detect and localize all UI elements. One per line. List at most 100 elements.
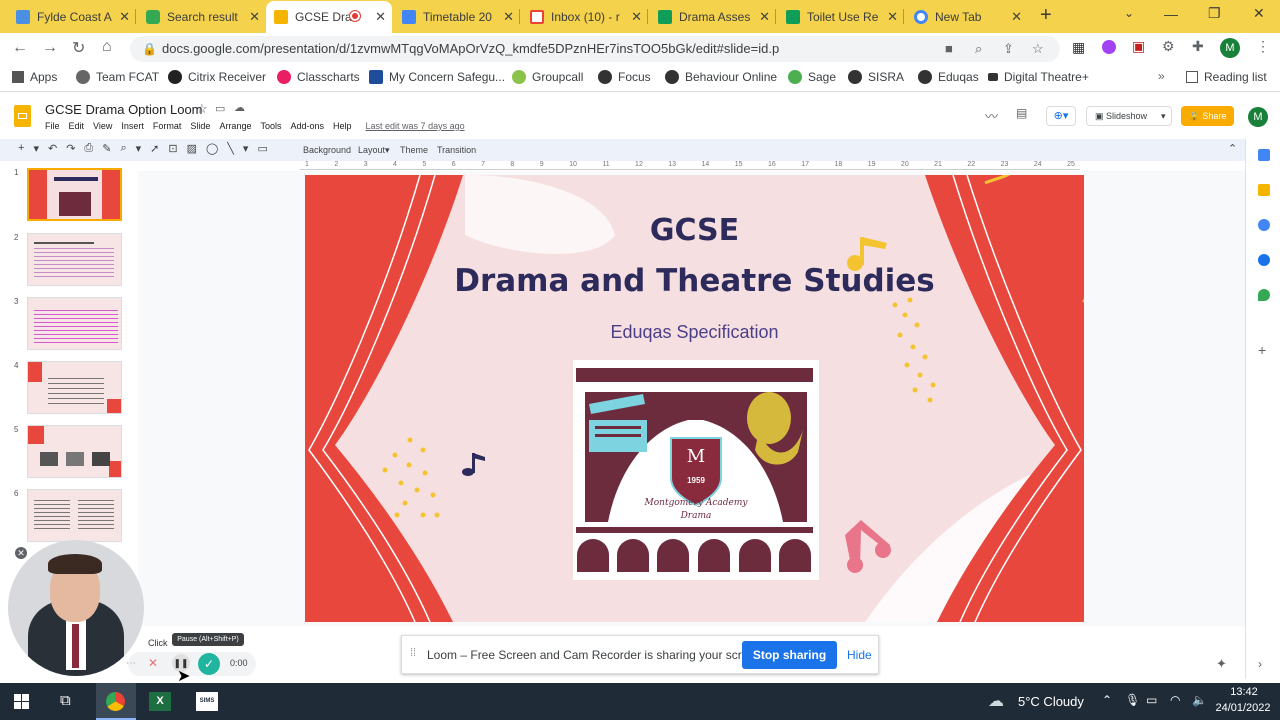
tab-new-tab[interactable]: New Tab ✕ [906, 4, 1028, 29]
close-tab-icon[interactable]: ✕ [759, 9, 770, 25]
tab-fylde-coast[interactable]: Fylde Coast A ✕ [8, 4, 136, 29]
present-options-button[interactable]: ⊕▾ [1046, 106, 1076, 126]
stop-sharing-button[interactable]: Stop sharing [742, 641, 837, 669]
reload-icon[interactable]: ↻ [72, 38, 85, 58]
windows-start-icon[interactable] [14, 694, 29, 709]
microphone-icon[interactable]: 🎙 [1125, 693, 1140, 707]
slideshow-button[interactable]: ▣ Slideshow ▾ [1086, 106, 1172, 126]
bookmark-team-fcat[interactable]: Team FCAT [76, 70, 159, 84]
add-addon-plus-icon[interactable]: + [1258, 342, 1266, 358]
shape-icon[interactable]: ◯ [206, 142, 218, 155]
drag-handle-icon[interactable]: ⋯ [126, 658, 136, 669]
chevron-down-icon[interactable]: ▾ [1161, 107, 1166, 125]
bookmark-sisra[interactable]: SISRA [848, 70, 904, 84]
menu-slide[interactable]: Slide [190, 121, 210, 131]
bookmark-eduqas[interactable]: Eduqas [918, 70, 979, 84]
close-tab-icon[interactable]: ✕ [631, 9, 642, 25]
address-bar[interactable]: 🔒 docs.google.com/presentation/d/1zvmwMT… [130, 36, 1060, 62]
taskbar-chrome[interactable] [96, 683, 136, 720]
drag-grip-icon[interactable]: ⁞⁞ [410, 647, 416, 659]
cancel-recording-icon[interactable]: ✕ [148, 656, 158, 670]
task-view-icon[interactable]: ⧉ [60, 692, 71, 709]
bookmark-my-concern[interactable]: My Concern Safegu... [369, 70, 505, 84]
paint-format-icon[interactable]: ✎ [102, 142, 111, 155]
last-edit-link[interactable]: Last edit was 7 days ago [366, 121, 465, 131]
home-icon[interactable]: ⌂ [102, 38, 112, 56]
image-icon[interactable]: ▨ [187, 142, 197, 155]
bookmark-focus[interactable]: Focus [598, 70, 651, 84]
clock-date[interactable]: 24/01/2022 [1212, 702, 1274, 714]
comment-add-icon[interactable]: ▭ [257, 142, 267, 155]
slide-thumbnail-2[interactable] [27, 233, 122, 286]
slides-logo-icon[interactable] [14, 105, 31, 127]
sims-app-icon[interactable]: SIMS [196, 692, 218, 711]
calendar-icon[interactable] [1258, 149, 1270, 161]
close-tab-icon[interactable]: ✕ [1011, 9, 1022, 25]
slide-1[interactable]: GCSE Drama and Theatre Studies Eduqas Sp… [305, 175, 1084, 622]
select-cursor-icon[interactable]: ➚ [150, 142, 159, 155]
slide-thumbnail-5[interactable] [27, 425, 122, 478]
bookmark-behaviour-online[interactable]: Behaviour Online [665, 70, 777, 84]
new-tab-plus-icon[interactable]: + [1040, 4, 1052, 27]
chevron-down-icon[interactable]: ▾ [243, 142, 249, 155]
menu-edit[interactable]: Edit [69, 121, 85, 131]
wifi-icon[interactable]: ◠ [1170, 693, 1180, 707]
camera-icon[interactable]: ■ [945, 36, 953, 62]
expand-chevron-icon[interactable]: › [1258, 657, 1262, 671]
tasks-icon[interactable] [1258, 219, 1270, 231]
close-tab-icon[interactable]: ✕ [887, 9, 898, 25]
forward-arrow-icon[interactable]: → [42, 39, 58, 57]
loom-camera-bubble[interactable] [8, 540, 144, 676]
close-tab-icon[interactable]: ✕ [503, 9, 514, 25]
redo-icon[interactable]: ↷ [66, 142, 75, 155]
battery-icon[interactable]: ▭ [1146, 693, 1157, 707]
close-window-icon[interactable]: ✕ [1253, 5, 1265, 22]
reading-list-button[interactable]: Reading list [1186, 70, 1267, 84]
slide-thumbnail-1[interactable] [27, 168, 122, 221]
tab-inbox[interactable]: Inbox (10) - r ✕ [522, 4, 648, 29]
menu-insert[interactable]: Insert [121, 121, 144, 131]
tab-timetable[interactable]: Timetable 20 ✕ [394, 4, 520, 29]
show-hidden-icons-chevron[interactable]: ⌃ [1102, 693, 1112, 707]
restore-window-icon[interactable]: ❐ [1208, 5, 1221, 22]
hide-button[interactable]: Hide [847, 648, 872, 662]
slide-thumbnail-3[interactable] [27, 297, 122, 350]
contacts-icon[interactable] [1258, 254, 1270, 266]
extension-icon[interactable]: ▣ [1132, 38, 1145, 55]
share-button[interactable]: 🔒 Share [1181, 106, 1234, 126]
text-box-icon[interactable]: ⊡ [168, 142, 177, 155]
bookmark-apps[interactable]: Apps [12, 70, 57, 84]
extension-icon[interactable] [1102, 40, 1116, 54]
layout-button[interactable]: Layout▾ [358, 145, 390, 156]
bookmark-digital-theatre[interactable]: Digital Theatre+ [988, 70, 1089, 84]
more-bookmarks-chevron-icon[interactable]: » [1158, 69, 1165, 83]
star-icon[interactable]: ☆ [196, 101, 208, 117]
excel-icon[interactable]: X [149, 692, 171, 711]
finish-recording-check-icon[interactable]: ✓ [198, 653, 220, 675]
puzzle-extensions-icon[interactable]: ✚ [1192, 38, 1204, 55]
line-icon[interactable]: ╲ [227, 142, 234, 155]
back-arrow-icon[interactable]: ← [12, 39, 28, 57]
tab-toilet-use[interactable]: Toilet Use Re ✕ [778, 4, 904, 29]
slide-thumbnail-4[interactable] [27, 361, 122, 414]
menu-file[interactable]: File [45, 121, 60, 131]
zoom-icon[interactable]: ⌕ [975, 36, 982, 62]
weather-text[interactable]: 5°C Cloudy [1018, 694, 1084, 709]
close-tab-icon[interactable]: ✕ [249, 9, 260, 25]
close-camera-icon[interactable]: ✕ [15, 547, 27, 559]
extension-icon[interactable]: ⚙ [1162, 38, 1175, 55]
menu-addons[interactable]: Add-ons [290, 121, 324, 131]
account-avatar[interactable]: M [1248, 107, 1268, 127]
zoom-icon[interactable]: ⌕ [120, 142, 126, 155]
more-menu-icon[interactable]: ⋮ [1256, 38, 1270, 55]
menu-tools[interactable]: Tools [260, 121, 281, 131]
share-page-icon[interactable]: ⇪ [1003, 36, 1014, 62]
bookmark-classcharts[interactable]: Classcharts [277, 70, 360, 84]
theme-button[interactable]: Theme [400, 145, 428, 155]
background-button[interactable]: Background [303, 145, 351, 155]
volume-icon[interactable]: 🔈 [1192, 693, 1207, 707]
tab-gcse-drama-active[interactable]: GCSE Dra ✕ [266, 1, 392, 33]
bookmark-sage[interactable]: Sage [788, 70, 836, 84]
clock-time[interactable]: 13:42 [1218, 686, 1270, 698]
activity-trend-icon[interactable]: 〰 [985, 106, 998, 125]
